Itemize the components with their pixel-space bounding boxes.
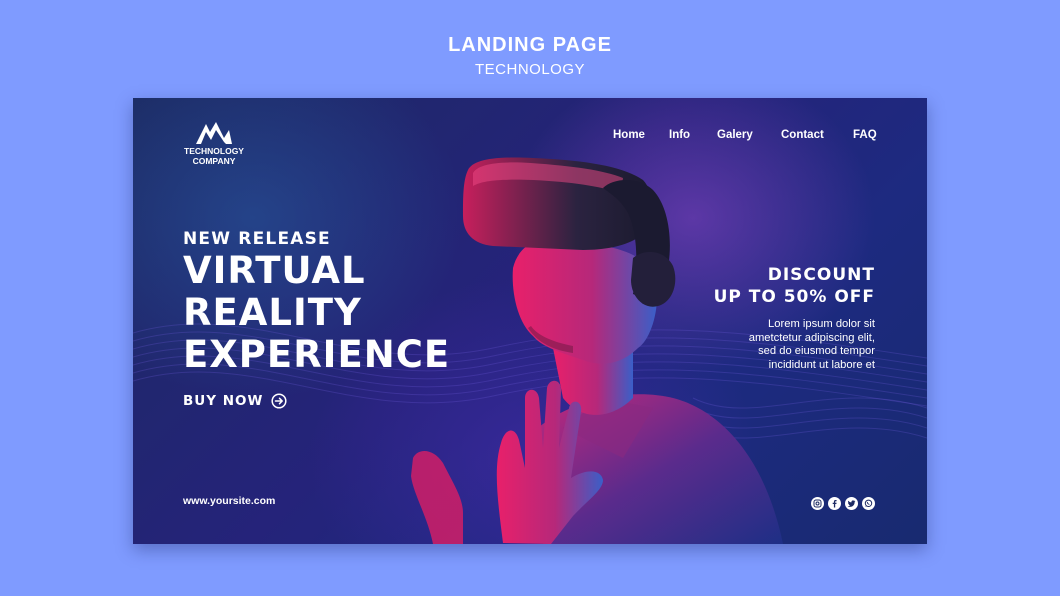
promo-line-1: Lorem ipsum dolor sit: [768, 318, 875, 330]
promo-line-3: sed do eiusmod tempor: [758, 345, 875, 357]
arrow-circle-right-icon: [271, 393, 287, 409]
nav-galery[interactable]: Galery: [717, 129, 753, 141]
buy-now-button[interactable]: BUY NOW: [183, 393, 287, 409]
nav-faq[interactable]: FAQ: [853, 129, 877, 141]
promo-line-2: ametctetur adipiscing elit,: [748, 331, 875, 344]
landing-card: TECHNOLOGY COMPANY Home Info Galery Cont…: [133, 98, 927, 544]
discount-line-2: UP TO 50% OFF: [713, 287, 875, 307]
promo-line-4: incididunt ut labore et: [768, 358, 875, 371]
discount-line-1: DISCOUNT: [767, 265, 875, 285]
page-title: LANDING PAGE: [448, 34, 612, 56]
nav-contact[interactable]: Contact: [781, 129, 824, 141]
nav-info[interactable]: Info: [669, 129, 690, 141]
nav-home[interactable]: Home: [613, 129, 645, 141]
buy-now-label: BUY NOW: [183, 393, 264, 409]
headline-line-1: VIRTUAL: [183, 249, 366, 292]
logo-text-line2: COMPANY: [192, 156, 236, 166]
main-nav: Home Info Galery Contact FAQ: [133, 129, 927, 145]
hero-headline: VIRTUAL REALITY EXPERIENCE: [183, 250, 450, 376]
page-subtitle: TECHNOLOGY: [474, 61, 585, 78]
hero-kicker: NEW RELEASE: [183, 229, 331, 249]
twitter-icon[interactable]: [845, 497, 858, 510]
instagram-icon[interactable]: [811, 497, 824, 510]
promo-description: Lorem ipsum dolor sit ametctetur adipisc…: [749, 318, 875, 372]
social-links: [811, 497, 875, 510]
headline-line-2: REALITY: [183, 291, 362, 334]
website-link[interactable]: www.yoursite.com: [183, 495, 275, 507]
discount-heading: DISCOUNT UP TO 50% OFF: [714, 264, 875, 308]
facebook-icon[interactable]: [828, 497, 841, 510]
headline-line-3: EXPERIENCE: [183, 333, 451, 376]
logo-text-line1: TECHNOLOGY: [184, 146, 244, 156]
whatsapp-icon[interactable]: [862, 497, 875, 510]
